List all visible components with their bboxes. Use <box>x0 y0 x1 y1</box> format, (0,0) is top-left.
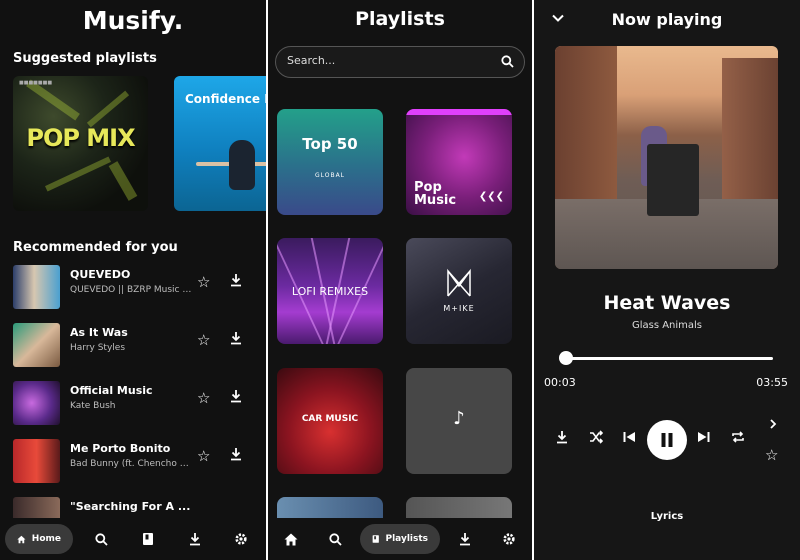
song-title: Official Music <box>70 384 153 397</box>
song-artist: Kate Bush <box>70 401 116 411</box>
pause-icon <box>661 433 673 447</box>
nav-search-button[interactable] <box>322 524 348 554</box>
download-icon[interactable] <box>229 273 243 287</box>
song-artist: QUEVEDO || BZRP Music Sessions #52 <box>70 285 192 295</box>
song-artist: Glass Animals <box>631 320 703 331</box>
playlist-card-pop-mix[interactable]: ■■■■■■■ POP MIX <box>13 76 148 211</box>
page-title: Playlists <box>355 8 445 30</box>
seek-handle[interactable] <box>558 351 573 365</box>
playlist-tile-top-50[interactable]: Top 50 GLOBAL <box>277 109 383 215</box>
playlist-tile-title: Top 50 <box>302 135 358 153</box>
playlist-tile-title: Pop Music <box>414 180 457 208</box>
list-item[interactable]: Official Music Kate Bush ☆ <box>13 381 263 427</box>
playlist-tile-lofi-remixes[interactable]: LOFI REMIXES <box>277 238 383 344</box>
total-time: 03:55 <box>756 376 788 389</box>
nav-downloads-button[interactable] <box>452 524 478 554</box>
nav-settings-button[interactable] <box>228 524 254 554</box>
download-icon[interactable] <box>555 430 569 444</box>
star-icon[interactable]: ☆ <box>765 446 778 464</box>
home-icon <box>284 533 298 545</box>
book-icon <box>372 535 379 543</box>
playlist-tile-subtitle: GLOBAL <box>314 172 346 179</box>
bottom-navigation: Home <box>0 518 266 560</box>
song-thumbnail <box>13 439 60 483</box>
lyrics-button[interactable]: Lyrics <box>534 511 800 522</box>
playlist-tile-mike[interactable]: M+IKE <box>406 238 512 344</box>
book-icon <box>143 533 153 545</box>
playlists-screen: Playlists Top 50 GLOBAL Pop Music ❮❮❮ LO… <box>268 0 532 560</box>
nav-playlists-button[interactable]: Playlists <box>360 524 440 554</box>
home-icon <box>17 535 26 543</box>
playlist-tile-title: M+IKE <box>443 304 475 313</box>
download-icon[interactable] <box>229 389 243 403</box>
nav-search-button[interactable] <box>88 524 114 554</box>
nav-home-button[interactable]: Home <box>5 524 73 554</box>
song-thumbnail <box>13 265 60 309</box>
mike-logo <box>447 268 471 297</box>
nav-playlists-button[interactable] <box>135 524 161 554</box>
chevron-right-icon[interactable] <box>768 418 778 430</box>
playlist-card-title: POP MIX <box>26 124 135 152</box>
page-title: Now playing <box>611 10 723 29</box>
repeat-icon[interactable] <box>731 430 745 444</box>
playlist-tile-title: CAR MUSIC <box>301 414 359 424</box>
home-screen: Musify. Suggested playlists ■■■■■■■ POP … <box>0 0 266 560</box>
star-icon[interactable]: ☆ <box>197 331 210 349</box>
song-artist: Bad Bunny (ft. Chencho Corleone) <box>70 459 192 469</box>
list-item[interactable]: Me Porto Bonito Bad Bunny (ft. Chencho C… <box>13 439 263 485</box>
previous-icon[interactable] <box>622 430 636 444</box>
nav-home-button[interactable] <box>278 524 304 554</box>
search-icon <box>94 532 108 546</box>
chevrons-icon: ❮❮❮ <box>478 191 504 202</box>
search-icon[interactable] <box>501 55 514 68</box>
album-art <box>555 46 778 269</box>
bottom-navigation: Playlists <box>268 518 532 560</box>
progress-bar[interactable] <box>563 357 773 360</box>
song-title: "Searching For A ... <box>70 500 191 513</box>
nav-playlists-label: Playlists <box>385 534 428 544</box>
nav-downloads-button[interactable] <box>182 524 208 554</box>
nav-home-label: Home <box>31 534 61 544</box>
shuffle-icon[interactable] <box>589 430 603 444</box>
next-icon[interactable] <box>697 430 711 444</box>
download-icon <box>460 533 470 546</box>
song-title: QUEVEDO <box>70 268 131 281</box>
download-icon <box>190 533 200 546</box>
nav-settings-button[interactable] <box>496 524 522 554</box>
gear-icon <box>235 533 247 545</box>
download-icon[interactable] <box>229 331 243 345</box>
song-thumbnail <box>13 323 60 367</box>
playlist-card-confidence-boost[interactable]: Confidence Boost <box>174 76 266 211</box>
list-item[interactable]: QUEVEDO QUEVEDO || BZRP Music Sessions #… <box>13 265 263 311</box>
playlist-tile-title: LOFI REMIXES <box>291 285 369 298</box>
list-item[interactable]: As It Was Harry Styles ☆ <box>13 323 263 369</box>
song-thumbnail <box>13 381 60 425</box>
song-title: As It Was <box>70 326 128 339</box>
star-icon[interactable]: ☆ <box>197 389 210 407</box>
playlist-tile-untitled[interactable]: ♪ <box>406 368 512 474</box>
now-playing-screen: Now playing Heat Waves Glass Animals 00:… <box>534 0 800 560</box>
star-icon[interactable]: ☆ <box>197 447 210 465</box>
suggested-playlists-heading: Suggested playlists <box>13 51 157 66</box>
gear-icon <box>503 533 515 545</box>
app-title: Musify. <box>82 6 184 35</box>
music-note-icon: ♪ <box>453 408 465 429</box>
song-artist: Harry Styles <box>70 343 126 353</box>
playlist-tile-pop-music[interactable]: Pop Music ❮❮❮ <box>406 109 512 215</box>
star-icon[interactable]: ☆ <box>197 273 210 291</box>
playlist-card-title: Confidence Boost <box>185 92 266 106</box>
search-icon <box>328 532 342 546</box>
playlist-tile-car-music[interactable]: CAR MUSIC <box>277 368 383 474</box>
download-icon[interactable] <box>229 447 243 461</box>
search-input[interactable] <box>287 54 487 67</box>
song-title: Heat Waves <box>603 292 731 314</box>
search-bar[interactable] <box>275 46 525 78</box>
current-time: 00:03 <box>544 376 576 389</box>
song-title: Me Porto Bonito <box>70 442 171 455</box>
recommended-heading: Recommended for you <box>13 240 178 255</box>
pause-button[interactable] <box>647 420 687 460</box>
